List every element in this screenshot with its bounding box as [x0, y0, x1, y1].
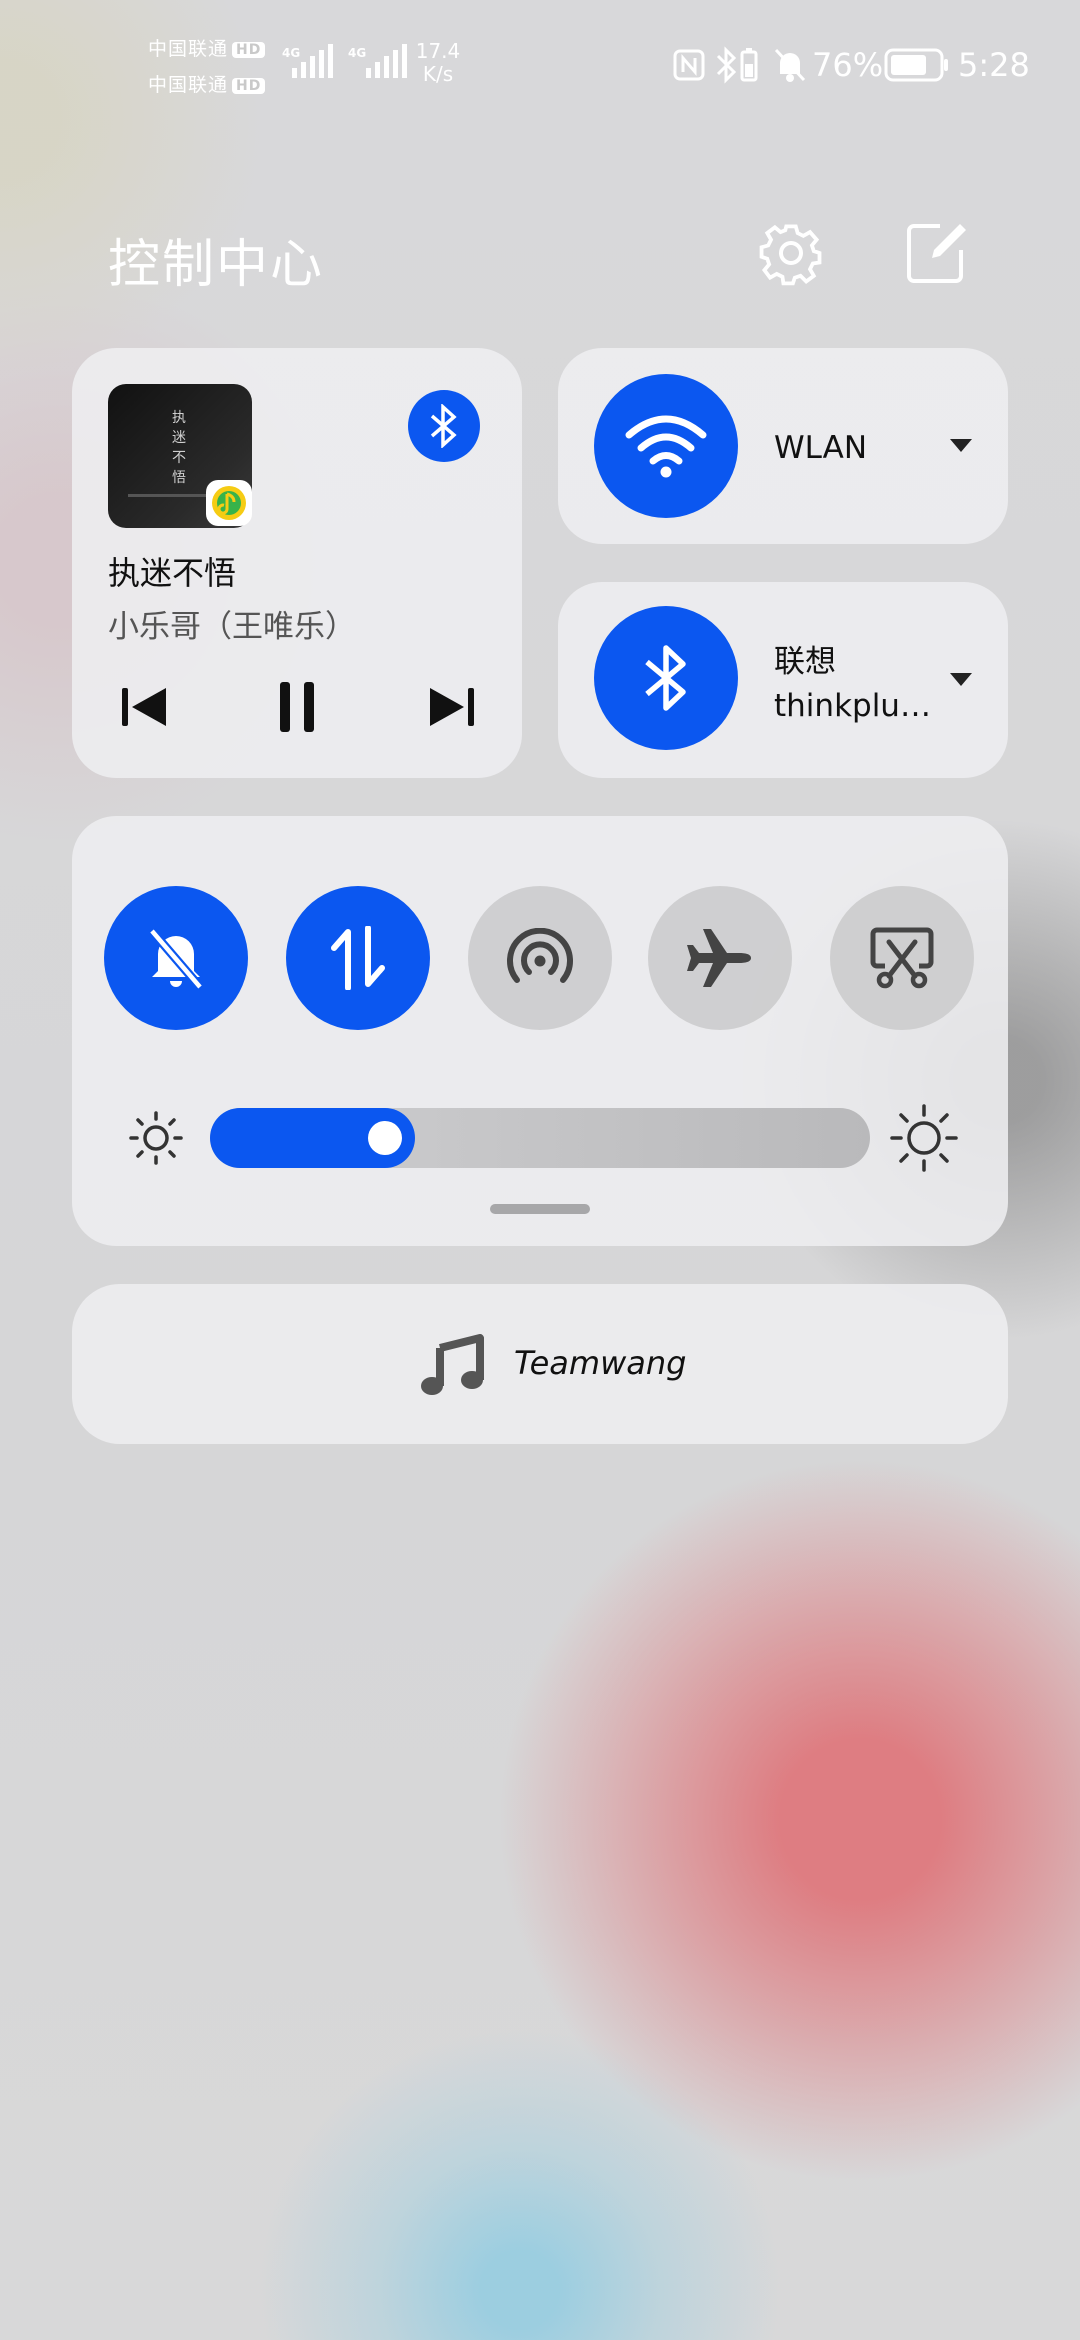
data-transfer-icon [331, 926, 385, 990]
qq-music-icon [206, 480, 252, 526]
screenshot-toggle[interactable] [830, 886, 974, 1030]
page-title: 控制中心 [108, 235, 325, 295]
network-type-2: 4G [348, 46, 367, 60]
gear-icon[interactable] [758, 220, 824, 286]
hd-badge: HD [232, 42, 266, 58]
wifi-icon [625, 415, 707, 478]
bluetooth-battery-icon [716, 46, 758, 84]
network-speed: 17.4 K/s [410, 40, 466, 86]
battery-percent: 76% [812, 46, 884, 84]
album-cover-text: 执迷不悟 [172, 410, 186, 486]
artist-name: 小乐哥（王唯乐） [108, 609, 356, 645]
speed-value: 17.4 [415, 39, 461, 63]
quick-toggles-panel [72, 816, 1008, 1246]
pause-icon[interactable] [276, 680, 320, 734]
sun-small-icon [129, 1111, 183, 1165]
carrier-1: 中国联通 HD [148, 34, 266, 61]
wlan-label: WLAN [774, 430, 868, 466]
music-note-icon [421, 1334, 484, 1395]
previous-icon[interactable] [118, 684, 172, 730]
hotspot-toggle[interactable] [468, 886, 612, 1030]
bluetooth-tile-icon [645, 645, 686, 711]
hd-badge-2: HD [232, 78, 266, 94]
next-icon[interactable] [424, 684, 478, 730]
expand-handle[interactable] [490, 1204, 590, 1214]
wlan-toggle[interactable] [594, 374, 738, 518]
nfc-icon [673, 49, 705, 81]
hotspot-icon [507, 928, 573, 983]
carrier-2: 中国联通 HD [148, 70, 266, 97]
bluetooth-toggle[interactable] [594, 606, 738, 750]
scissors-icon [870, 927, 934, 989]
signal-icon-2 [366, 44, 407, 78]
edit-icon[interactable] [904, 220, 970, 286]
wlan-expand-icon[interactable] [950, 439, 972, 452]
bluetooth-expand-icon[interactable] [950, 673, 972, 686]
carrier-1-label: 中国联通 [148, 38, 229, 60]
mobile-data-toggle[interactable] [286, 886, 430, 1030]
sun-large-icon [890, 1104, 958, 1172]
battery-icon [884, 48, 948, 82]
song-title: 执迷不悟 [108, 554, 237, 592]
airplane-mode-toggle[interactable] [648, 886, 792, 1030]
bluetooth-device-name: thinkplu… [774, 688, 931, 724]
airplane-icon [687, 929, 751, 987]
brightness-slider-handle[interactable] [368, 1121, 402, 1155]
carrier-2-label: 中国联通 [148, 74, 229, 96]
mute-toggle[interactable] [104, 886, 248, 1030]
speed-unit: K/s [422, 62, 454, 86]
bluetooth-device-brand: 联想 [774, 644, 836, 680]
signal-icon-1 [292, 44, 333, 78]
clock: 5:28 [958, 46, 1030, 84]
audio-output-label: Teamwang [514, 1344, 687, 1382]
bluetooth-icon [430, 404, 457, 448]
bell-off-icon [148, 928, 204, 990]
bluetooth-output-button[interactable] [408, 390, 480, 462]
mute-icon [774, 48, 806, 82]
